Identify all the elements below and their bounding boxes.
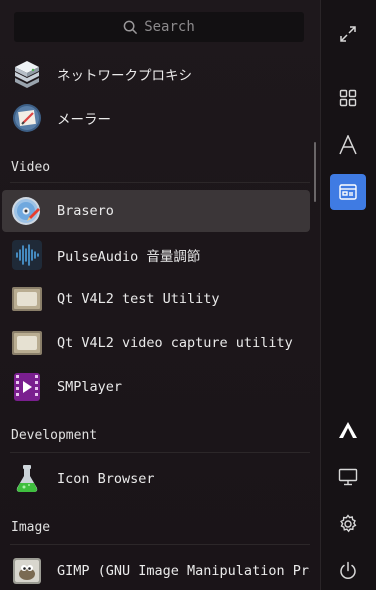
icon-browser-icon — [16, 465, 38, 492]
computer-button[interactable] — [330, 459, 366, 495]
network-proxy-icon — [15, 61, 39, 88]
app-item-gimp[interactable]: GIMP (GNU Image Manipulation Program) — [2, 550, 310, 590]
qt-v4l2-icon — [12, 287, 42, 311]
app-label: Qt V4L2 test Utility — [57, 291, 220, 307]
search-placeholder: Search — [144, 19, 195, 35]
pulseaudio-icon — [12, 240, 42, 270]
expand-icon — [340, 26, 356, 42]
grid-view-icon — [339, 89, 357, 107]
power-icon — [340, 561, 356, 579]
brasero-icon — [12, 197, 40, 225]
search-icon — [123, 20, 138, 34]
app-item-qt-v4l2-test[interactable]: Qt V4L2 test Utility — [2, 278, 310, 320]
settings-button[interactable] — [330, 506, 366, 542]
computer-icon — [338, 468, 358, 486]
app-item-mailer[interactable]: メーラー — [2, 97, 310, 139]
app-label: PulseAudio 音量調節 — [57, 249, 201, 265]
app-label: GIMP (GNU Image Manipulation Program) — [57, 563, 310, 579]
section-divider — [10, 182, 310, 183]
app-item-brasero[interactable]: Brasero — [2, 190, 310, 232]
section-header-video: Video — [11, 160, 51, 175]
smplayer-icon — [14, 373, 40, 401]
list-scrollbar[interactable] — [314, 142, 316, 202]
app-list[interactable]: ネットワークプロキシ メーラー Video Brasero PulseAudio… — [0, 52, 318, 590]
section-header-image: Image — [11, 520, 51, 535]
search-input[interactable]: Search — [14, 12, 304, 42]
grid-view-button[interactable] — [330, 80, 366, 116]
mailer-icon — [13, 104, 41, 132]
arch-logo-icon — [339, 422, 357, 438]
app-item-network-proxy[interactable]: ネットワークプロキシ — [2, 53, 310, 95]
app-label: Qt V4L2 video capture utility — [57, 335, 293, 351]
app-label: メーラー — [57, 112, 111, 128]
category-view-button[interactable] — [330, 174, 366, 210]
section-header-development: Development — [11, 428, 98, 443]
qt-v4l2-capture-icon — [12, 331, 42, 355]
app-item-icon-browser[interactable]: Icon Browser — [2, 458, 310, 500]
app-item-qt-v4l2-capture[interactable]: Qt V4L2 video capture utility — [2, 322, 310, 364]
power-button[interactable] — [330, 553, 366, 589]
app-label: ネットワークプロキシ — [57, 68, 192, 84]
section-divider — [10, 544, 310, 545]
launcher-sidebar — [320, 0, 376, 590]
distro-logo-button[interactable] — [330, 412, 366, 448]
section-divider — [10, 452, 310, 453]
app-item-pulseaudio[interactable]: PulseAudio 音量調節 — [2, 234, 310, 276]
alphabet-view-icon — [339, 135, 357, 155]
alphabet-view-button[interactable] — [330, 127, 366, 163]
gimp-icon — [13, 558, 41, 584]
app-label: Brasero — [57, 203, 114, 219]
app-label: SMPlayer — [57, 379, 123, 395]
app-launcher: Search ネットワークプロキシ メーラー Video Brasero Pul… — [0, 0, 376, 590]
expand-button[interactable] — [330, 16, 366, 52]
category-view-icon — [339, 184, 357, 200]
app-item-smplayer[interactable]: SMPlayer — [2, 366, 310, 408]
settings-icon — [340, 514, 357, 533]
app-label: Icon Browser — [57, 471, 155, 487]
